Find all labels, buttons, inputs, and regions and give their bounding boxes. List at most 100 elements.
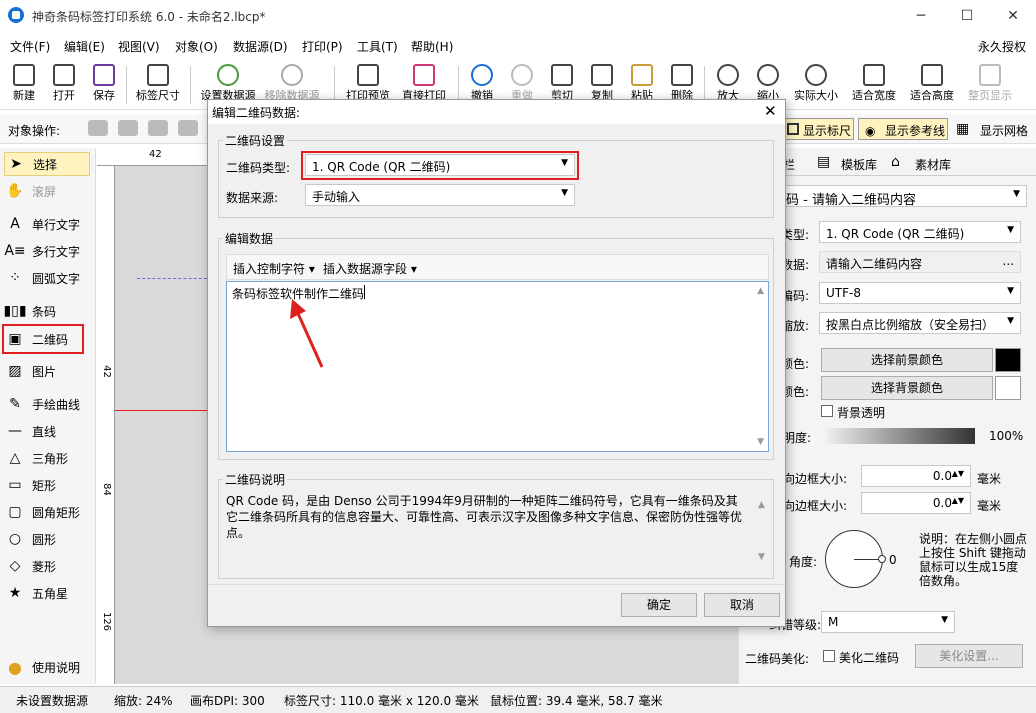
menu-edit[interactable]: 编辑(E) bbox=[64, 38, 105, 55]
pen-icon: ✎ bbox=[9, 396, 21, 412]
tool-arc-text[interactable]: ⁘ 圆弧文字 bbox=[4, 266, 90, 290]
tool-multi-text[interactable]: A≡ 多行文字 bbox=[4, 239, 90, 263]
dialog-title: 编辑二维码数据: bbox=[212, 106, 301, 120]
tool-qrcode[interactable]: ▣ 二维码 bbox=[2, 324, 84, 354]
beautify-settings-button[interactable]: 美化设置... bbox=[915, 644, 1023, 668]
new-button[interactable]: 新建 bbox=[4, 62, 44, 108]
single-text-icon: A bbox=[10, 216, 20, 232]
transparent-checkbox[interactable] bbox=[821, 405, 833, 417]
status-datasource: 未设置数据源 bbox=[16, 694, 89, 708]
label-size-button[interactable]: 标签尺寸 bbox=[134, 62, 182, 108]
layer-up-icon[interactable] bbox=[88, 120, 108, 136]
tool-triangle[interactable]: △ 三角形 bbox=[4, 446, 90, 470]
tool-line[interactable]: — 直线 bbox=[4, 419, 90, 443]
foreground-swatch[interactable] bbox=[995, 348, 1021, 372]
ok-button[interactable]: 确定 bbox=[621, 593, 697, 617]
background-color-button[interactable]: 选择背景颜色 bbox=[821, 376, 993, 400]
angle-dial[interactable] bbox=[825, 530, 886, 588]
tool-scroll[interactable]: ✋ 滚屏 bbox=[4, 179, 90, 203]
foreground-color-button[interactable]: 选择前景颜色 bbox=[821, 348, 993, 372]
help-button[interactable]: ● 使用说明 bbox=[4, 655, 90, 679]
tab-templates[interactable]: 模板库 bbox=[841, 156, 877, 173]
insert-toolbar: 插入控制字符 ▾ 插入数据源字段 ▾ bbox=[226, 254, 769, 280]
pointer-icon: ➤ bbox=[10, 156, 22, 172]
trash-icon bbox=[671, 64, 693, 86]
tab-assets[interactable]: 素材库 bbox=[915, 156, 951, 173]
scroll-down-icon[interactable]: ▼ bbox=[757, 437, 764, 447]
menu-file[interactable]: 文件(F) bbox=[10, 38, 50, 55]
vertical-border-input[interactable]: 0.0 ▲▼ bbox=[861, 492, 971, 514]
tool-rectangle[interactable]: ▭ 矩形 bbox=[4, 473, 90, 497]
menu-help[interactable]: 帮助(H) bbox=[411, 38, 453, 55]
dialog-close-icon[interactable]: ✕ bbox=[764, 102, 777, 120]
tool-diamond[interactable]: ◇ 菱形 bbox=[4, 554, 90, 578]
eye-icon: ◉ bbox=[865, 124, 876, 138]
close-button[interactable]: ✕ bbox=[990, 0, 1036, 32]
menu-view[interactable]: 视图(V) bbox=[118, 38, 160, 55]
actual-size-button[interactable]: 实际大小 bbox=[790, 62, 842, 108]
open-button[interactable]: 打开 bbox=[44, 62, 84, 108]
spinner-icon[interactable]: ▲▼ bbox=[952, 496, 964, 505]
tools-panel: ➤ 选择 ✋ 滚屏 A 单行文字 A≡ 多行文字 ⁘ 圆弧文字 ▮▯▮ 条码 ▣ 二维码 ▨ 图… bbox=[0, 148, 96, 684]
data-source-select[interactable]: 手动输入 ▼ bbox=[305, 184, 575, 206]
tool-star[interactable]: ★ 五角星 bbox=[4, 581, 90, 605]
show-ruler-toggle[interactable]: 显示标尺 bbox=[782, 118, 854, 140]
tool-barcode[interactable]: ▮▯▮ 条码 bbox=[3, 299, 90, 323]
cancel-button[interactable]: 取消 bbox=[704, 593, 780, 617]
scroll-down-icon[interactable]: ▼ bbox=[758, 552, 765, 562]
tool-image[interactable]: ▨ 图片 bbox=[4, 359, 90, 383]
app-icon bbox=[8, 7, 24, 23]
dialog-qr-type-select[interactable]: 1. QR Code (QR 二维码) ▼ bbox=[305, 154, 575, 176]
opacity-value: 100% bbox=[989, 429, 1024, 443]
insert-field-menu[interactable]: 插入数据源字段 ▾ bbox=[323, 260, 417, 277]
fit-height-button[interactable]: 适合高度 bbox=[906, 62, 958, 108]
text-caret bbox=[364, 285, 365, 299]
scroll-up-icon[interactable]: ▲ bbox=[757, 286, 764, 296]
grid-icon: ▦ bbox=[956, 121, 970, 137]
beautify-checkbox[interactable] bbox=[823, 650, 835, 662]
minimize-button[interactable]: ─ bbox=[898, 0, 944, 32]
tool-rounded-rect[interactable]: ▢ 圆角矩形 bbox=[4, 500, 90, 524]
insert-control-char-menu[interactable]: 插入控制字符 ▾ bbox=[233, 260, 315, 277]
horizontal-border-input[interactable]: 0.0 ▲▼ bbox=[861, 465, 971, 487]
menu-datasource[interactable]: 数据源(D) bbox=[233, 38, 288, 55]
maximize-button[interactable]: ☐ bbox=[944, 0, 990, 32]
opacity-slider[interactable] bbox=[827, 428, 975, 444]
background-swatch[interactable] bbox=[995, 376, 1021, 400]
menu-bar: 文件(F) 编辑(E) 视图(V) 对象(O) 数据源(D) 打印(P) 工具(… bbox=[0, 34, 1036, 58]
undo-icon bbox=[471, 64, 493, 86]
show-guides-toggle[interactable]: ◉ 显示参考线 bbox=[858, 118, 948, 140]
scroll-up-icon[interactable]: ▲ bbox=[758, 500, 765, 510]
save-button[interactable]: 保存 bbox=[84, 62, 124, 108]
menu-object[interactable]: 对象(O) bbox=[175, 38, 218, 55]
spinner-icon[interactable]: ▲▼ bbox=[952, 469, 964, 478]
object-selector[interactable]: 码 - 请输入二维码内容 ▼ bbox=[779, 185, 1027, 208]
qr-data-field[interactable]: 请输入二维码内容... bbox=[819, 251, 1021, 273]
angle-value: 0 bbox=[889, 553, 897, 567]
tool-circle[interactable]: ○ 圆形 bbox=[4, 527, 90, 551]
museum-icon: ⌂ bbox=[891, 154, 900, 170]
layer-top-icon[interactable] bbox=[148, 120, 168, 136]
angle-handle[interactable] bbox=[878, 555, 886, 563]
encoding-select[interactable]: UTF-8 ▼ bbox=[819, 282, 1021, 304]
tool-single-text[interactable]: A 单行文字 bbox=[4, 212, 90, 236]
annotation-arrow bbox=[290, 299, 324, 368]
tool-select[interactable]: ➤ 选择 bbox=[4, 152, 90, 176]
menu-tools[interactable]: 工具(T) bbox=[357, 38, 398, 55]
full-page-button[interactable]: 整页显示 bbox=[964, 62, 1016, 108]
qr-type-select[interactable]: 1. QR Code (QR 二维码) ▼ bbox=[819, 221, 1021, 243]
chevron-down-icon: ▼ bbox=[1013, 189, 1020, 199]
ruler-icon bbox=[787, 123, 799, 135]
layer-bottom-icon[interactable] bbox=[178, 120, 198, 136]
redo-icon bbox=[511, 64, 533, 86]
rectangle-icon: ▭ bbox=[8, 477, 22, 493]
scissors-icon bbox=[551, 64, 573, 86]
show-grid-toggle[interactable]: 显示网格 bbox=[980, 122, 1028, 139]
error-correction-select[interactable]: M ▼ bbox=[821, 611, 955, 633]
fit-width-button[interactable]: 适合宽度 bbox=[848, 62, 900, 108]
scale-select[interactable]: 按黑白点比例缩放（安全易扫） ▼ bbox=[819, 312, 1021, 334]
menu-print[interactable]: 打印(P) bbox=[302, 38, 343, 55]
status-label-size: 标签尺寸: 110.0 毫米 x 120.0 毫米 bbox=[284, 694, 479, 708]
tool-freehand[interactable]: ✎ 手绘曲线 bbox=[4, 392, 90, 416]
layer-down-icon[interactable] bbox=[118, 120, 138, 136]
